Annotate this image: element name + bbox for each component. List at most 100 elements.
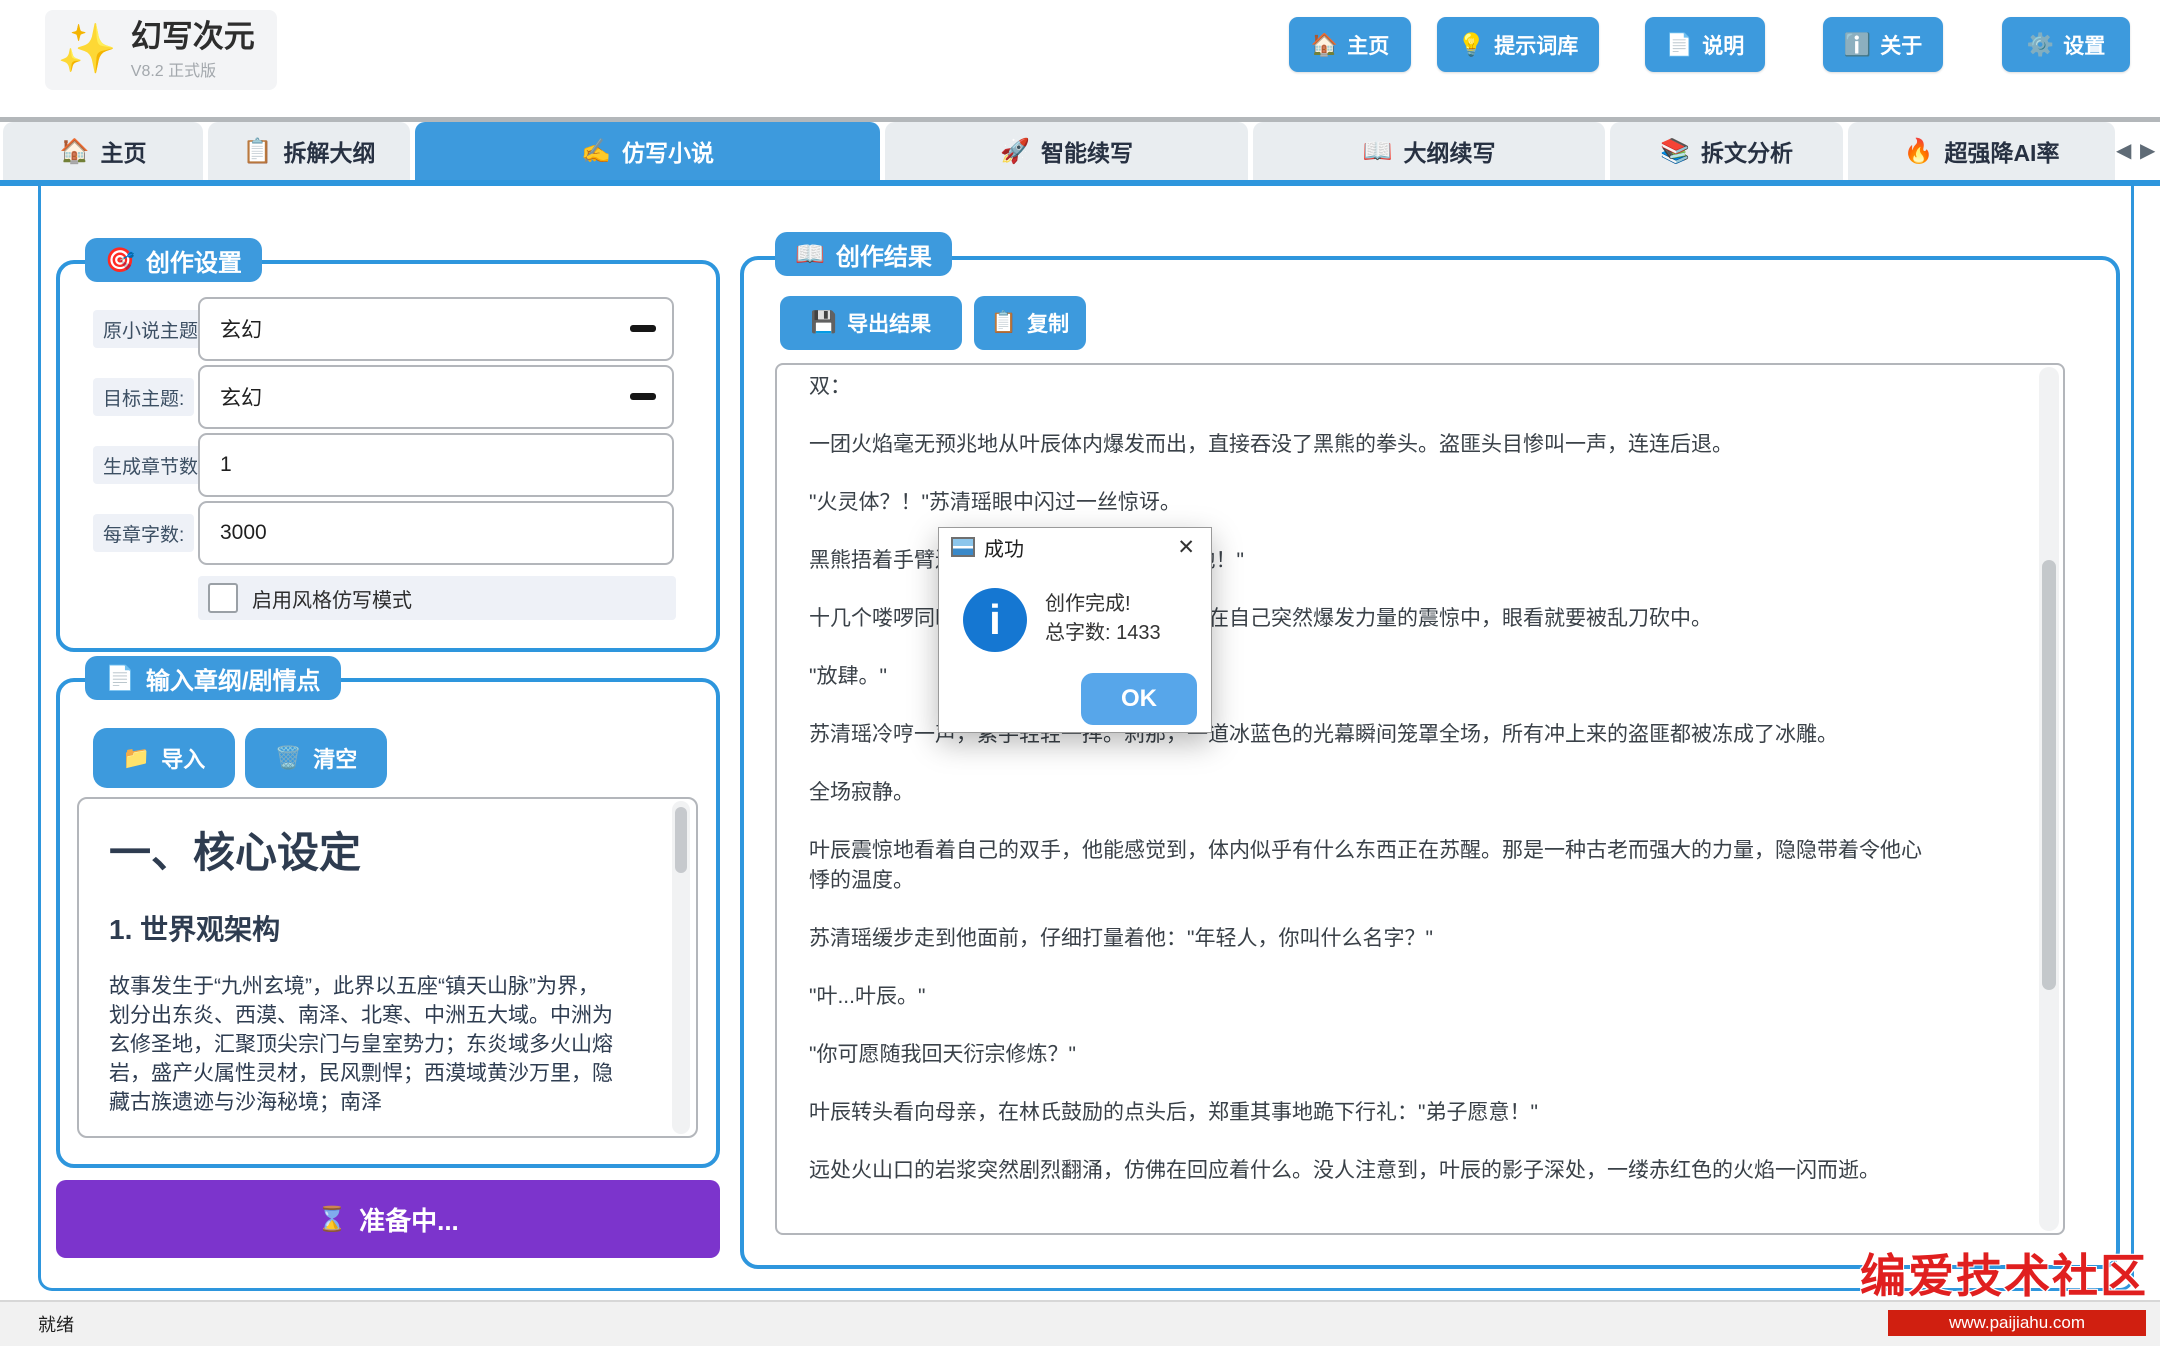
nav-help-button[interactable]: 📄 说明 [1645, 17, 1765, 72]
tab-scroll-left-icon[interactable]: ◀ [2116, 138, 2131, 163]
tab-smart-continue[interactable]: 🚀 智能续写 [885, 122, 1248, 180]
original-theme-value: 玄幻 [220, 314, 262, 344]
tab-outline-continue[interactable]: 📖 大纲续写 [1253, 122, 1605, 180]
result-text-area[interactable]: 双： 一团火焰毫无预兆地从叶辰体内爆发而出，直接吞没了黑熊的拳头。盗匪头目惨叫一… [775, 363, 2065, 1235]
gear-icon: ⚙️ [2027, 32, 2054, 58]
original-theme-input[interactable]: 玄幻 [198, 297, 674, 361]
result-paragraph: "火灵体？！"苏清瑶眼中闪过一丝惊讶。 [809, 488, 1929, 518]
fire-icon: 🔥 [1904, 137, 1934, 166]
style-imitate-checkbox[interactable] [208, 583, 238, 613]
result-paragraph: 叶辰震惊地看着自己的双手，他能感觉到，体内似乎有什么东西正在苏醒。那是一种古老而… [809, 836, 1929, 896]
tab-reduce-ai-rate[interactable]: 🔥 超强降AI率 [1848, 122, 2115, 180]
tab-text-analysis-label: 拆文分析 [1701, 134, 1793, 168]
settings-panel-title: 🎯 创作设置 [85, 238, 262, 282]
outline-editor[interactable]: 一、核心设定 1. 世界观架构 故事发生于“九州玄境”，此界以五座“镇天山脉”为… [77, 797, 698, 1138]
prepare-button[interactable]: ⌛ 准备中... [56, 1180, 720, 1258]
rocket-icon: 🚀 [1000, 137, 1030, 166]
home-icon: 🏠 [1311, 32, 1338, 58]
tab-imitate-novel-label: 仿写小说 [622, 134, 714, 168]
tab-smart-continue-label: 智能续写 [1041, 134, 1133, 168]
result-paragraph: 远处火山口的岩浆突然剧烈翻涌，仿佛在回应着什么。没人注意到，叶辰的影子深处，一缕… [809, 1156, 1929, 1186]
tab-outline-breakdown-label: 拆解大纲 [283, 134, 375, 168]
words-per-chapter-value: 3000 [220, 521, 267, 545]
trash-icon: 🗑️ [275, 745, 302, 771]
tab-home[interactable]: 🏠 主页 [3, 122, 203, 180]
info-icon: ℹ️ [1844, 32, 1871, 58]
outline-body-text: 故事发生于“九州玄境”，此界以五座“镇天山脉”为界，划分出东炎、西漠、南泽、北寒… [109, 972, 617, 1117]
words-per-chapter-label: 每章字数: [93, 514, 194, 552]
result-panel-title: 📖 创作结果 [775, 232, 952, 276]
combo-dash-icon [630, 393, 656, 400]
page-icon: 📄 [105, 664, 135, 693]
nav-about-label: 关于 [1880, 30, 1922, 60]
success-dialog-titlebar[interactable]: 成功 ✕ [939, 528, 1211, 566]
export-result-label: 导出结果 [847, 308, 931, 338]
outline-panel-title-label: 输入章纲/剧情点 [146, 661, 321, 696]
import-button-label: 导入 [161, 742, 205, 774]
clipboard-icon: 📋 [991, 311, 1017, 335]
nav-about-button[interactable]: ℹ️ 关于 [1823, 17, 1943, 72]
nav-home-button[interactable]: 🏠 主页 [1289, 17, 1411, 72]
result-paragraph: "你可愿随我回天衍宗修炼？" [809, 1040, 1929, 1070]
books-icon: 📚 [1660, 137, 1690, 166]
result-paragraph: 叶辰转头看向母亲，在林氏鼓励的点头后，郑重其事地跪下行礼："弟子愿意！" [809, 1098, 1929, 1128]
info-circle-icon: i [963, 588, 1027, 652]
watermark: 编爱技术社区 www.paijiahu.com [1860, 1240, 2148, 1336]
tab-text-analysis[interactable]: 📚 拆文分析 [1610, 122, 1843, 180]
open-book-icon: 📖 [1363, 137, 1393, 166]
words-per-chapter-input[interactable]: 3000 [198, 501, 674, 565]
combo-dash-icon [630, 325, 656, 332]
result-paragraph: 双： [809, 372, 1929, 402]
nav-prompt-library-label: 提示词库 [1494, 30, 1578, 60]
tab-reduce-ai-rate-label: 超强降AI率 [1944, 134, 2059, 168]
book-icon: 📖 [795, 240, 825, 269]
close-icon[interactable]: ✕ [1173, 533, 1199, 562]
style-imitate-checkbox-label: 启用风格仿写模式 [252, 584, 412, 613]
tab-imitate-novel[interactable]: ✍️ 仿写小说 [415, 122, 880, 180]
target-theme-label: 目标主题: [93, 378, 194, 416]
outline-scrollbar-thumb[interactable] [675, 807, 687, 873]
nav-settings-label: 设置 [2063, 30, 2105, 60]
ok-button[interactable]: OK [1081, 673, 1197, 725]
tab-outline-continue-label: 大纲续写 [1403, 134, 1495, 168]
target-theme-value: 玄幻 [220, 382, 262, 412]
outline-heading-2: 1. 世界观架构 [109, 908, 670, 948]
clipboard-icon: 📋 [243, 137, 273, 166]
app-logo: ✨ 幻写次元 V8.2 正式版 [45, 10, 277, 90]
nav-help-label: 说明 [1702, 30, 1744, 60]
chapter-count-label: 生成章节数: [93, 446, 213, 484]
app-version: V8.2 正式版 [131, 57, 255, 81]
original-theme-label: 原小说主题: [93, 310, 213, 348]
hourglass-icon: ⌛ [317, 1205, 347, 1234]
nav-prompt-library-button[interactable]: 💡 提示词库 [1437, 17, 1599, 72]
clear-button-label: 清空 [313, 742, 357, 774]
status-text: 就绪 [38, 1311, 74, 1337]
watermark-text: 编爱技术社区 [1860, 1240, 2148, 1306]
copy-button[interactable]: 📋 复制 [974, 296, 1086, 350]
import-button[interactable]: 📁 导入 [93, 728, 235, 788]
prepare-button-label: 准备中... [359, 1201, 459, 1238]
target-theme-input[interactable]: 玄幻 [198, 365, 674, 429]
clear-button[interactable]: 🗑️ 清空 [245, 728, 387, 788]
success-dialog-title: 成功 [984, 533, 1024, 562]
tab-outline-breakdown[interactable]: 📋 拆解大纲 [208, 122, 410, 180]
writing-hand-icon: ✍️ [581, 137, 611, 166]
folder-icon: 📁 [123, 745, 150, 771]
window-icon [951, 537, 975, 557]
tab-scroll-right-icon[interactable]: ▶ [2140, 138, 2155, 163]
outline-heading-1: 一、核心设定 [109, 819, 670, 880]
floppy-icon: 💾 [811, 311, 837, 335]
tab-home-label: 主页 [100, 134, 146, 168]
result-scrollbar-thumb[interactable] [2042, 560, 2056, 990]
copy-button-label: 复制 [1027, 308, 1069, 338]
chapter-count-input[interactable]: 1 [198, 433, 674, 497]
app-title: 幻写次元 [131, 19, 255, 55]
outline-panel-title: 📄 输入章纲/剧情点 [85, 656, 341, 700]
success-dialog: 成功 ✕ i 创作完成! 总字数: 1433 OK [938, 527, 1212, 733]
status-bar: 就绪 [0, 1300, 2160, 1346]
settings-panel-title-label: 创作设置 [146, 243, 242, 278]
export-result-button[interactable]: 💾 导出结果 [780, 296, 962, 350]
target-icon: 🎯 [105, 246, 135, 275]
nav-settings-button[interactable]: ⚙️ 设置 [2002, 17, 2130, 72]
success-message-line2: 总字数: 1433 [1045, 619, 1161, 648]
